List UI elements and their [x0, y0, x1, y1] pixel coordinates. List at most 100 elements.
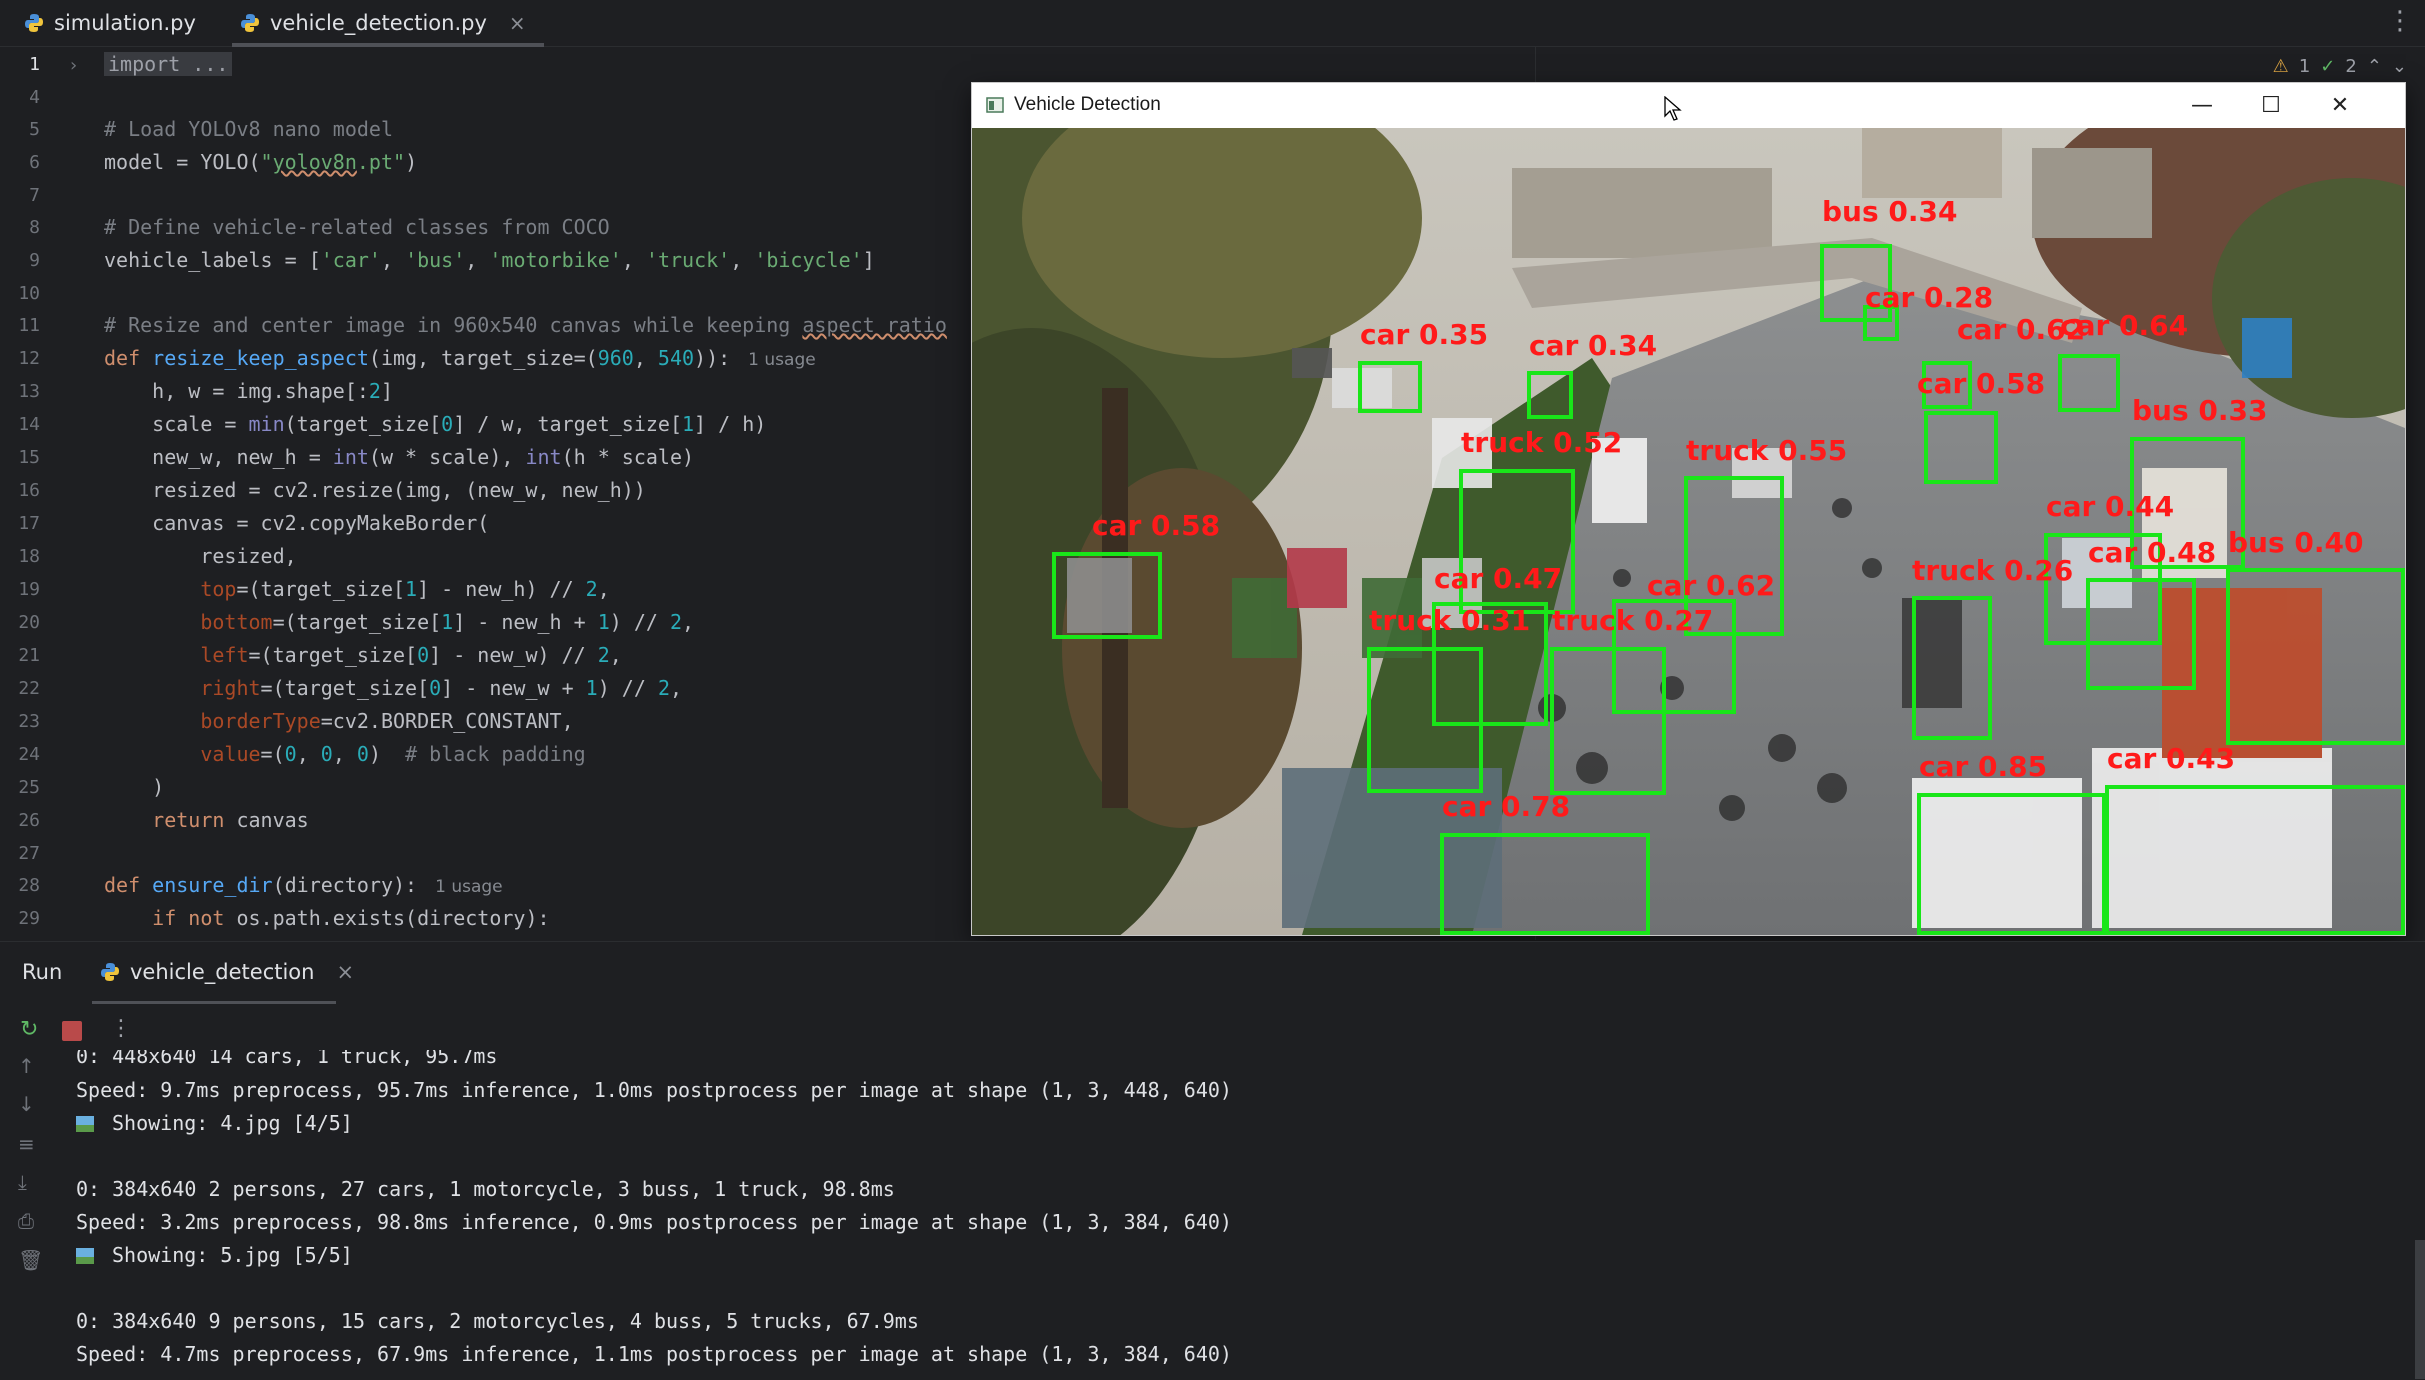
- more-options-icon[interactable]: ⋮: [2387, 6, 2413, 36]
- code-line-13: h, w = img.shape[:2]: [104, 379, 393, 403]
- code-line-21: left=(target_size[0] - new_w) // 2,: [200, 643, 622, 667]
- console-side-toolbar: ↑ ↓ ≡ ⤓ ⎙ 🗑: [0, 1054, 58, 1380]
- detection-label: car 0.34: [1529, 329, 1658, 362]
- console-line: Showing: 5.jpg [5/5]: [76, 1243, 353, 1267]
- line-number: 15: [18, 447, 40, 468]
- console-output[interactable]: 0: 448x640 14 cars, 1 truck, 95.7ms Spee…: [76, 1050, 2376, 1380]
- window-titlebar[interactable]: Vehicle Detection — ☐ ✕: [972, 83, 2405, 127]
- window-title: Vehicle Detection: [1014, 94, 1161, 115]
- print-icon[interactable]: ⎙: [18, 1209, 34, 1233]
- detection-label: truck 0.31: [1369, 604, 1531, 637]
- code-line-26: return canvas: [152, 808, 309, 832]
- line-number: 12: [18, 348, 40, 369]
- console-line: Showing: 4.jpg [4/5]: [76, 1111, 353, 1135]
- close-window-button[interactable]: ✕: [2306, 83, 2374, 127]
- code-line-15: new_w, new_h = int(w * scale), int(h * s…: [104, 445, 695, 469]
- vehicle-detection-window[interactable]: Vehicle Detection — ☐ ✕ bus 0.34 car 0.2…: [971, 82, 2406, 936]
- line-number: 24: [18, 744, 40, 765]
- detection-box: [1527, 371, 1573, 419]
- detection-label: car 0.28: [1865, 281, 1994, 314]
- detection-box: [2086, 578, 2196, 690]
- code-line-12: def resize_keep_aspect(img, target_size=…: [104, 346, 816, 370]
- close-tab-icon[interactable]: ×: [509, 11, 526, 35]
- active-tab-indicator: [92, 1001, 336, 1004]
- run-panel-title[interactable]: Run: [22, 960, 62, 984]
- chevron-up-icon[interactable]: ⌃: [2367, 56, 2382, 77]
- code-line-20: bottom=(target_size[1] - new_h + 1) // 2…: [200, 610, 695, 634]
- console-line: Speed: 3.2ms preprocess, 98.8ms inferenc…: [76, 1210, 1232, 1234]
- line-number: 26: [18, 810, 40, 831]
- code-line-24: value=(0, 0, 0) # black padding: [200, 742, 586, 766]
- chevron-down-icon[interactable]: ⌄: [2392, 56, 2407, 77]
- mouse-cursor-icon: [1664, 96, 1682, 121]
- stop-icon[interactable]: [62, 1021, 82, 1041]
- trash-icon[interactable]: 🗑: [18, 1248, 43, 1272]
- line-number: 16: [18, 480, 40, 501]
- code-line-23: borderType=cv2.BORDER_CONSTANT,: [200, 709, 574, 733]
- line-number: 25: [18, 777, 40, 798]
- image-icon: [76, 1248, 94, 1264]
- code-line-19: top=(target_size[1] - new_h) // 2,: [200, 577, 610, 601]
- inspection-widget[interactable]: ⚠ 1 ✓ 2 ⌃ ⌄: [2273, 56, 2407, 77]
- soft-wrap-icon[interactable]: ≡: [18, 1132, 35, 1156]
- line-number: 1: [29, 54, 40, 75]
- line-number: 18: [18, 546, 40, 567]
- close-tab-icon[interactable]: ×: [336, 960, 354, 984]
- detection-label: car 0.43: [2107, 742, 2236, 775]
- tab-simulation-py[interactable]: simulation.py: [24, 0, 196, 46]
- python-icon: [241, 14, 259, 32]
- detection-label: bus 0.33: [2132, 394, 2268, 427]
- code-line-29: if not os.path.exists(directory):: [152, 906, 550, 930]
- minimize-button[interactable]: —: [2168, 83, 2236, 127]
- folded-imports[interactable]: import ...: [104, 52, 233, 76]
- detection-label: car 0.58: [1917, 367, 2046, 400]
- tab-vehicle-detection-py[interactable]: vehicle_detection.py ×: [232, 0, 544, 47]
- maximize-button[interactable]: ☐: [2237, 83, 2305, 127]
- detection-label: car 0.47: [1434, 562, 1563, 595]
- usage-hint[interactable]: 1 usage: [435, 877, 503, 897]
- scroll-up-icon[interactable]: ↑: [18, 1054, 35, 1078]
- image-icon: [76, 1116, 94, 1132]
- rerun-icon[interactable]: ↻: [20, 1017, 38, 1042]
- detection-box: [1917, 793, 2106, 935]
- line-number: 6: [29, 152, 40, 173]
- run-tool-window: Run vehicle_detection × ↻ ⋮ ↑ ↓ ≡ ⤓ ⎙ 🗑 …: [0, 941, 2425, 1380]
- warning-icon: ⚠: [2272, 56, 2289, 77]
- line-number: 29: [18, 908, 40, 929]
- fold-chevron-icon[interactable]: ›: [70, 55, 77, 76]
- code-line-22: right=(target_size[0] - new_w + 1) // 2,: [200, 676, 683, 700]
- usage-hint[interactable]: 1 usage: [748, 350, 816, 370]
- line-number: 21: [18, 645, 40, 666]
- more-options-icon[interactable]: ⋮: [110, 1016, 132, 1041]
- run-header: Run vehicle_detection ×: [0, 942, 2425, 1004]
- code-line-1: import ...: [104, 52, 233, 76]
- app-window-icon: [986, 97, 1004, 113]
- detection-label: car 0.58: [1092, 509, 1221, 542]
- line-number: 8: [29, 217, 40, 238]
- line-number: 20: [18, 612, 40, 633]
- run-toolbar: ↻ ⋮: [0, 1012, 2425, 1052]
- detection-image: bus 0.34 car 0.28 car 0.35 car 0.34 car …: [972, 128, 2405, 935]
- console-text: Showing: 5.jpg [5/5]: [112, 1243, 353, 1267]
- line-number: 10: [18, 283, 40, 304]
- detection-label: bus 0.40: [2228, 526, 2364, 559]
- console-scrollbar[interactable]: [2415, 1240, 2425, 1379]
- detection-box: [2058, 354, 2120, 412]
- detection-box: [1912, 596, 1992, 740]
- run-config-tab[interactable]: vehicle_detection ×: [100, 960, 354, 984]
- line-number: 23: [18, 711, 40, 732]
- code-line-18: resized,: [104, 544, 297, 568]
- line-number: 9: [29, 250, 40, 271]
- run-tab-label: vehicle_detection: [130, 960, 315, 984]
- console-text: Showing: 4.jpg [4/5]: [112, 1111, 353, 1135]
- line-number: 7: [29, 185, 40, 206]
- console-line: Speed: 4.7ms preprocess, 67.9ms inferenc…: [76, 1342, 1232, 1366]
- detection-box: [1358, 361, 1422, 413]
- detection-label: car 0.35: [1360, 318, 1489, 351]
- python-icon: [101, 963, 119, 981]
- console-line: 0: 384x640 2 persons, 27 cars, 1 motorcy…: [76, 1177, 895, 1201]
- scroll-down-icon[interactable]: ↓: [18, 1092, 35, 1116]
- code-line-11: # Resize and center image in 960x540 can…: [104, 313, 947, 337]
- scroll-to-end-icon[interactable]: ⤓: [18, 1170, 27, 1194]
- tab-label: vehicle_detection.py: [270, 11, 487, 35]
